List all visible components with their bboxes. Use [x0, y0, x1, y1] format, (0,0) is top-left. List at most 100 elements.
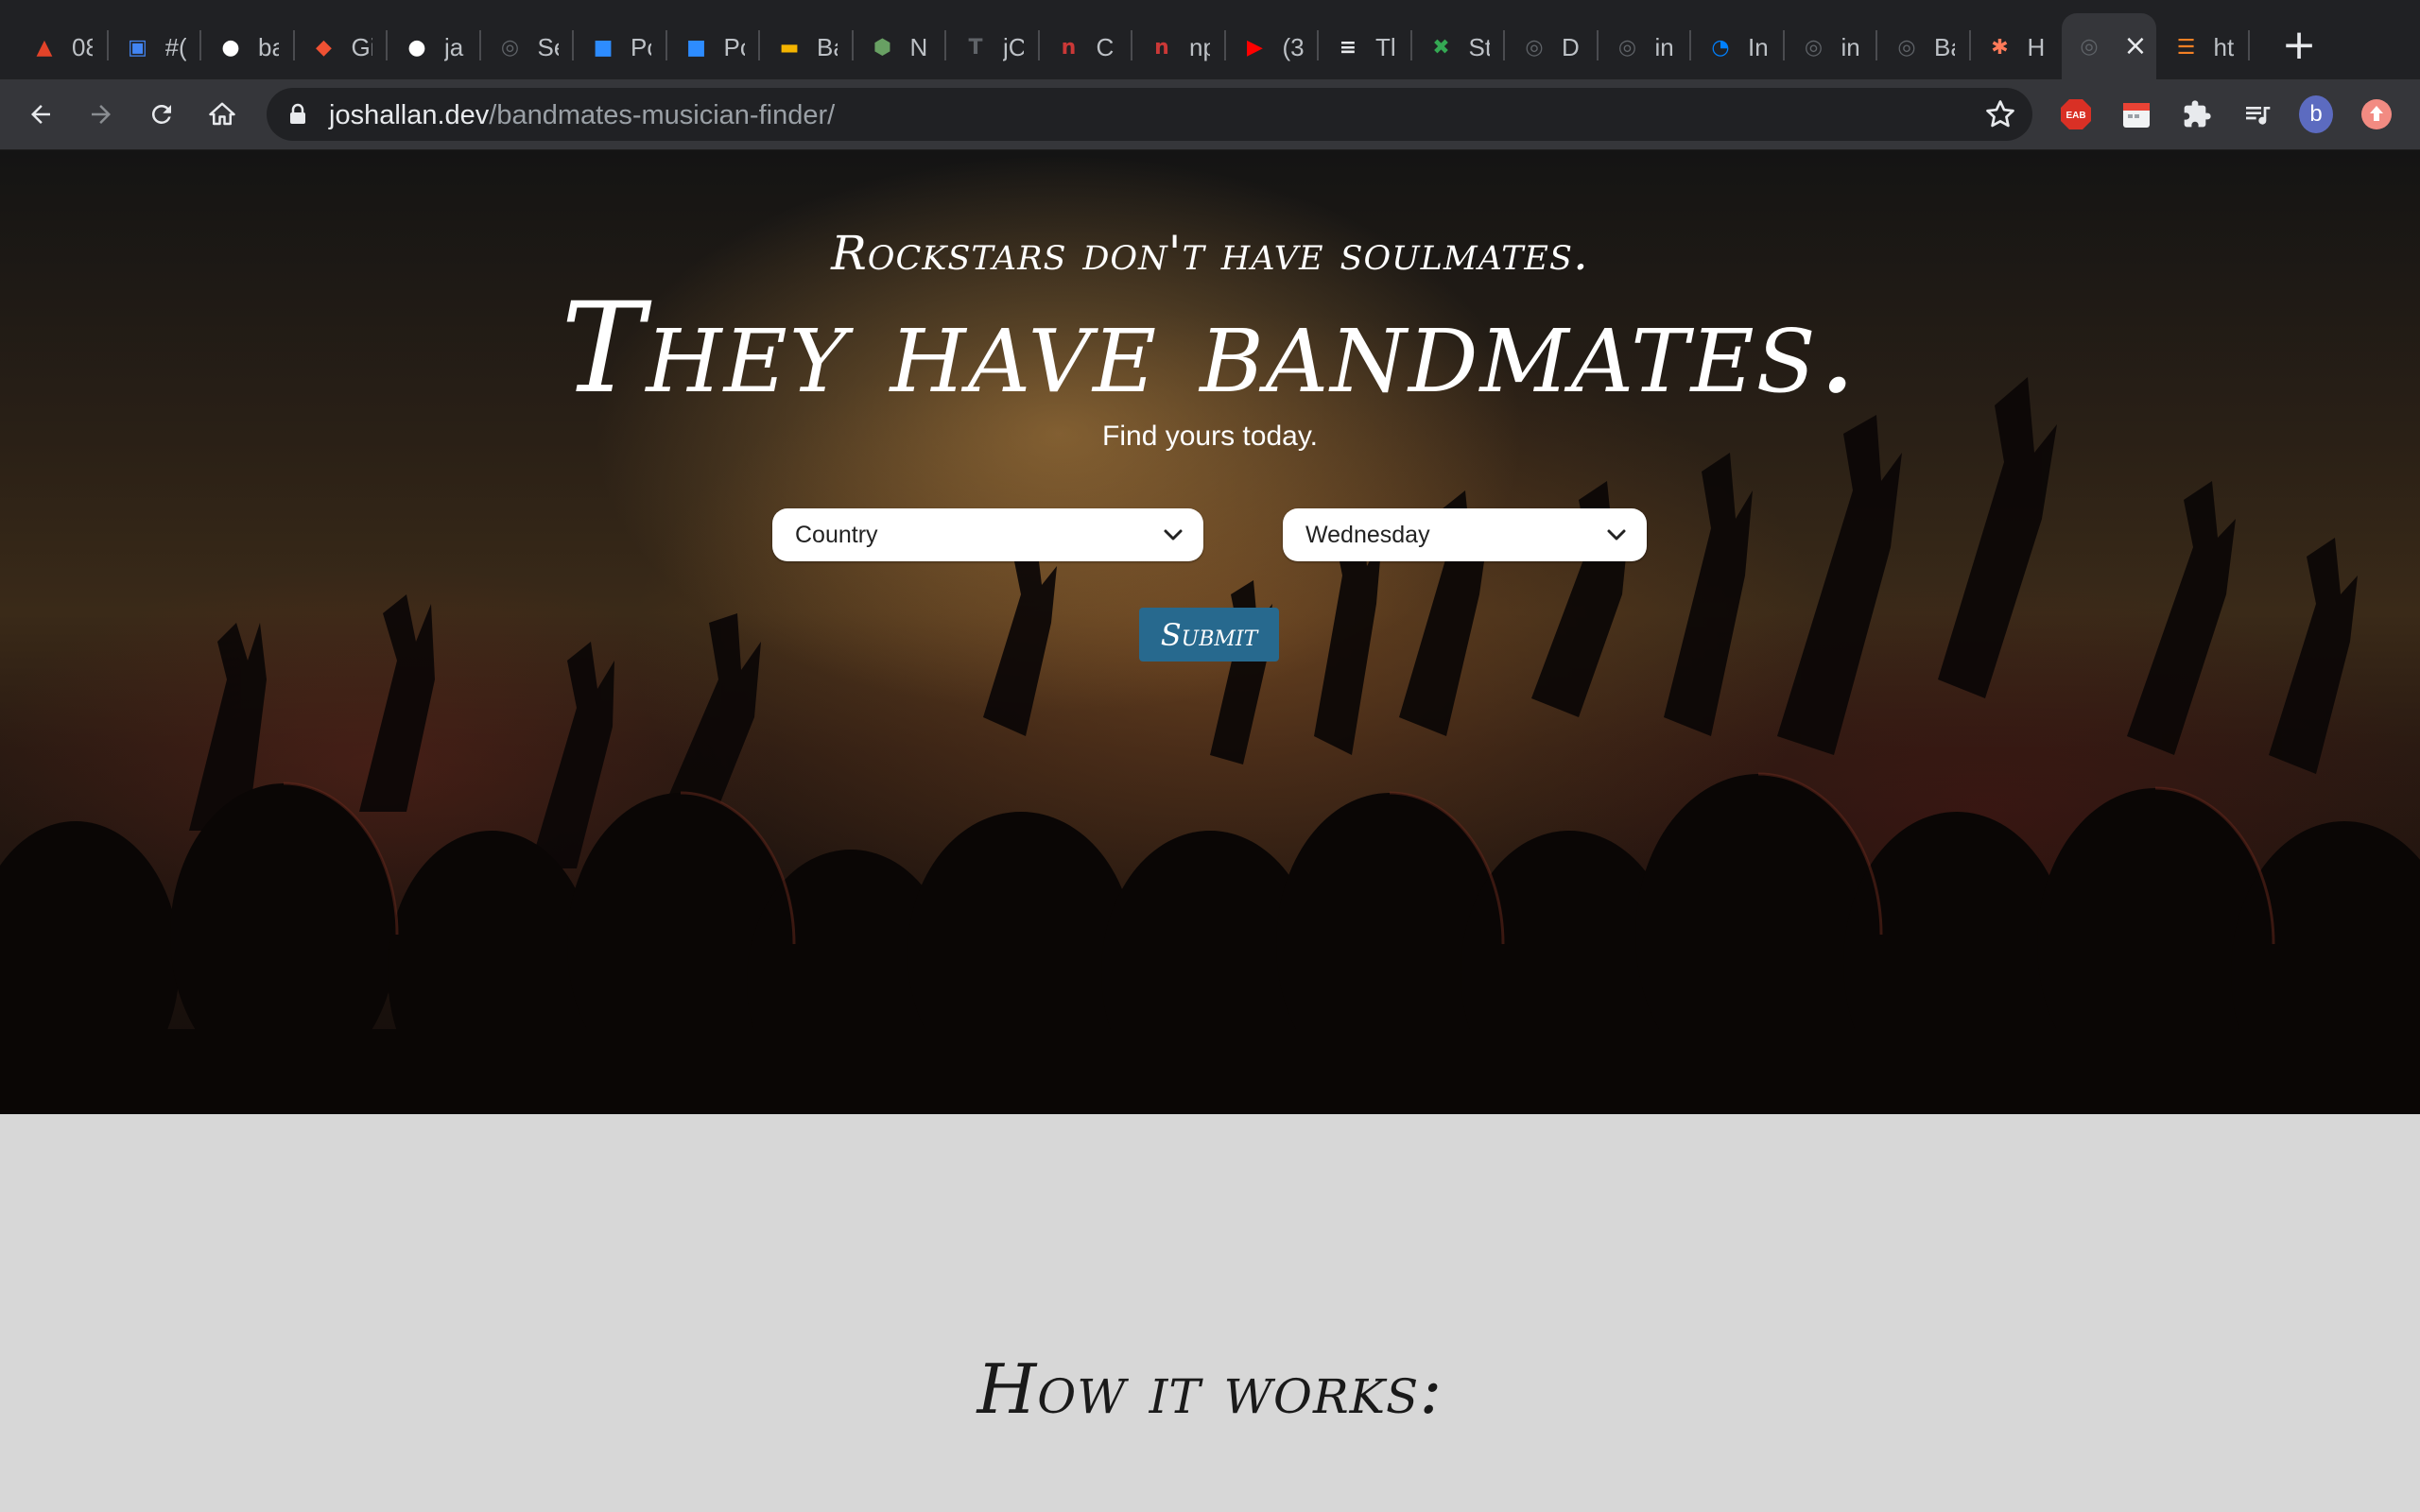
zoom-icon: ■ — [593, 35, 614, 60]
tab-separator — [665, 30, 667, 60]
browser-tab[interactable]: ▬ Ba — [762, 21, 849, 74]
browser-tab[interactable]: ◎ D — [1507, 21, 1594, 74]
playlist-music-icon — [2246, 107, 2271, 125]
tab-title: Gi — [351, 32, 372, 61]
profile-initial: b — [2299, 95, 2333, 133]
globe-icon: ◎ — [1617, 35, 1637, 60]
browser-tab[interactable]: ◎ in — [1787, 21, 1874, 74]
ext-badge-text: EAB — [2066, 111, 2085, 121]
browser-tab[interactable]: ▣ #( — [111, 21, 198, 74]
genre-select[interactable]: Country — [772, 508, 1203, 561]
browser-tab[interactable]: ⬢ N — [856, 21, 942, 74]
globe-icon: ◎ — [1804, 35, 1824, 60]
stackoverflow-icon: ☰ — [2176, 35, 2196, 60]
youtube-icon: ▶ — [1247, 35, 1263, 60]
forward-button[interactable] — [79, 93, 123, 136]
tab-separator — [1503, 30, 1505, 60]
tab-separator — [944, 30, 946, 60]
tab-separator — [1409, 30, 1412, 60]
tab-title: Ba — [817, 32, 838, 61]
globe-icon: ◎ — [1897, 35, 1916, 60]
tab-title: (3 — [1282, 32, 1304, 61]
browser-tab[interactable]: ● ba — [203, 21, 290, 74]
tab-title: Se — [537, 32, 559, 61]
browser-tab[interactable]: ☰ ht — [2159, 21, 2246, 74]
media-control-button[interactable] — [2240, 97, 2274, 131]
browser-tab[interactable]: ✖ St — [1414, 21, 1501, 74]
browser-tab[interactable]: ◎ Ba — [1879, 21, 1966, 74]
profile-avatar[interactable]: b — [2299, 95, 2333, 133]
submit-button[interactable]: Submit — [1139, 608, 1279, 662]
update-button[interactable] — [2360, 97, 2394, 131]
new-tab-button[interactable]: + — [2278, 25, 2320, 66]
tab-title: N — [909, 32, 928, 61]
reload-button[interactable] — [140, 93, 183, 136]
tab-title: C — [1096, 32, 1115, 61]
browser-tab[interactable]: ◆ Gi — [297, 21, 384, 74]
tab-title: 08 — [72, 32, 93, 61]
day-select-value: Wednesday — [1305, 521, 1430, 548]
github-icon: ● — [221, 35, 240, 60]
tab-title: ja — [444, 32, 464, 61]
tab-separator — [572, 30, 574, 60]
browser-tab[interactable]: ≡ Tl — [1321, 21, 1408, 74]
arrow-right-icon — [92, 105, 111, 124]
bars-icon: ≡ — [1339, 35, 1357, 60]
tab-separator — [851, 30, 854, 60]
zoom-icon: ■ — [686, 35, 706, 60]
hubspot-icon: ✱ — [1991, 35, 2009, 60]
bookmark-star-icon[interactable] — [1983, 97, 2017, 131]
browser-tab[interactable]: n np — [1134, 21, 1221, 74]
tab-separator — [1131, 30, 1132, 60]
npm-icon: n — [1154, 35, 1169, 60]
browser-tab[interactable]: ● ja — [389, 21, 476, 74]
tab-title: Ba — [1934, 32, 1955, 61]
tab-title: H — [2027, 32, 2046, 61]
node-icon: ⬢ — [873, 35, 892, 60]
home-button[interactable] — [200, 93, 244, 136]
home-icon — [209, 102, 235, 126]
browser-tab[interactable]: ✱ H — [1973, 21, 2060, 74]
browser-tab[interactable]: TjC — [948, 21, 1035, 74]
ext-calendar-icon[interactable] — [2119, 97, 2153, 131]
tab-separator — [106, 30, 109, 60]
browser-tab[interactable]: ▶ (3 — [1228, 21, 1315, 74]
browser-tab-bar: ▲08▣#(●ba◆Gi●ja◎Se■Pc■Pc▬Ba⬢NTjCnCnnp▶(3… — [0, 0, 2420, 79]
address-bar[interactable]: joshallan.dev/bandmates-musician-finder/ — [267, 88, 2032, 141]
tab-title: Tl — [1375, 32, 1396, 61]
browser-tab[interactable]: ▲ 08 — [17, 21, 104, 74]
gitlab-icon: ▲ — [36, 35, 53, 60]
hero-section: Rockstars don't have soulmates. They hav… — [0, 150, 2420, 1114]
browser-tab[interactable]: ■ Pc — [576, 21, 663, 74]
lock-icon — [290, 103, 305, 124]
browser-tab[interactable]: nC — [1042, 21, 1129, 74]
day-select[interactable]: Wednesday — [1283, 508, 1647, 561]
npm-icon: n — [1061, 35, 1077, 60]
tab-title: St — [1468, 32, 1490, 61]
hero-headline: They have bandmates. — [561, 276, 1859, 421]
browser-tab[interactable]: ◎ Se — [483, 21, 570, 74]
extensions-button[interactable] — [2180, 97, 2214, 131]
tab-title: in — [1841, 32, 1860, 61]
tab-title: Pc — [631, 32, 651, 61]
chevron-down-icon — [1607, 529, 1626, 541]
tab-title: ba — [258, 32, 279, 61]
calendar-icon: ▣ — [128, 35, 147, 60]
tab-title: ht — [2213, 32, 2235, 61]
tab-title: In — [1748, 32, 1769, 61]
back-button[interactable] — [19, 93, 62, 136]
stop-sign-icon: EAB — [2061, 99, 2091, 129]
browser-tab[interactable]: ■ Pc — [669, 21, 756, 74]
close-tab-icon[interactable]: × — [2122, 32, 2149, 60]
tab-separator — [1968, 30, 1971, 60]
globe-icon: ◎ — [500, 35, 520, 60]
browser-tab[interactable]: ◎ × — [2062, 13, 2156, 79]
ext-adblock-icon[interactable]: EAB — [2059, 97, 2093, 131]
tab-title: Pc — [723, 32, 745, 61]
url-domain: joshallan.dev — [329, 100, 490, 130]
browser-tab[interactable]: ◔ In — [1693, 21, 1780, 74]
tab-separator — [386, 30, 388, 60]
browser-tab[interactable]: ◎ in — [1600, 21, 1687, 74]
tab-title: in — [1654, 32, 1674, 61]
url-text: joshallan.dev/bandmates-musician-finder/ — [329, 100, 835, 131]
